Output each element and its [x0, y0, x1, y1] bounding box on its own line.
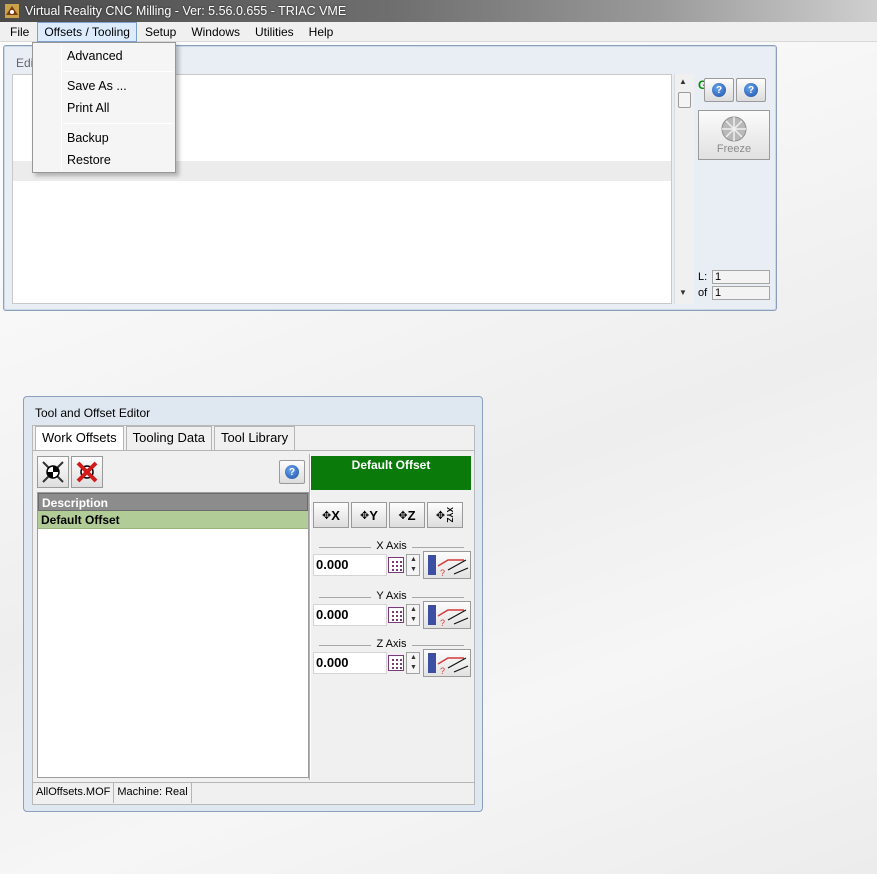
- menu-file[interactable]: File: [3, 22, 36, 42]
- x-axis-spinner[interactable]: ▲ ▼: [406, 554, 420, 576]
- tool-offset-editor-body: Work Offsets Tooling Data Tool Library ?…: [32, 425, 475, 805]
- x-probe-button[interactable]: ?: [423, 551, 471, 579]
- status-file: AllOffsets.MOF: [33, 783, 115, 803]
- z-probe-button[interactable]: ?: [423, 649, 471, 677]
- offset-name-header: Default Offset: [311, 456, 471, 490]
- menu-separator: [63, 71, 173, 72]
- probe-icon: ?: [428, 605, 469, 628]
- y-axis-spinner[interactable]: ▲ ▼: [406, 604, 420, 626]
- calculator-icon[interactable]: [388, 557, 404, 573]
- edit-side-panel: G1 ? ? Freeze L: 1 of 1: [694, 74, 774, 304]
- offsets-help-button[interactable]: ?: [279, 460, 305, 484]
- z-axis-value[interactable]: 0.000: [313, 652, 387, 674]
- help-icon: ?: [744, 83, 758, 97]
- help-button-2[interactable]: ?: [736, 78, 766, 102]
- window-title: Virtual Reality CNC Milling - Ver: 5.56.…: [25, 4, 347, 18]
- title-bar: Virtual Reality CNC Milling - Ver: 5.56.…: [0, 0, 877, 22]
- list-item[interactable]: Default Offset: [38, 511, 308, 529]
- set-y-button[interactable]: ✥ Y: [351, 502, 387, 528]
- menu-item-restore[interactable]: Restore: [67, 153, 111, 167]
- x-axis-value[interactable]: 0.000: [313, 554, 387, 576]
- menu-item-backup[interactable]: Backup: [67, 131, 109, 145]
- delete-offset-button[interactable]: [71, 456, 103, 488]
- menu-windows[interactable]: Windows: [184, 22, 247, 42]
- freeze-label: Freeze: [716, 143, 752, 155]
- svg-text:?: ?: [440, 618, 445, 628]
- set-xyz-button[interactable]: ✥ XYZ: [427, 502, 463, 528]
- scroll-down-arrow-icon[interactable]: ▼: [679, 288, 687, 297]
- cnc-app-icon: [5, 4, 19, 18]
- line-count-field: of 1: [698, 286, 770, 300]
- tab-tooling-data[interactable]: Tooling Data: [125, 426, 212, 450]
- menu-setup[interactable]: Setup: [138, 22, 183, 42]
- offsets-tooling-dropdown: Advanced Save As ... Print All Backup Re…: [32, 42, 176, 173]
- svg-text:?: ?: [440, 568, 445, 578]
- menu-item-print-all[interactable]: Print All: [67, 101, 109, 115]
- probe-icon: ?: [428, 555, 469, 578]
- status-machine: Machine: Real: [114, 783, 192, 803]
- line-number-field: L: 1: [698, 270, 770, 284]
- y-axis-value[interactable]: 0.000: [313, 604, 387, 626]
- freeze-icon: [721, 116, 747, 142]
- editor-scrollbar[interactable]: ▲ ▼: [674, 74, 694, 304]
- delete-offset-icon: [76, 461, 98, 483]
- list-header-description[interactable]: Description: [38, 493, 308, 511]
- menu-utilities[interactable]: Utilities: [248, 22, 301, 42]
- tool-offset-editor-window: Tool and Offset Editor Work Offsets Tool…: [23, 396, 483, 812]
- scroll-thumb[interactable]: [678, 92, 691, 108]
- svg-text:?: ?: [440, 666, 445, 676]
- help-icon: ?: [712, 83, 726, 97]
- freeze-button[interactable]: Freeze: [698, 110, 770, 160]
- line-number-value: 1: [712, 270, 770, 284]
- help-button-1[interactable]: ?: [704, 78, 734, 102]
- calculator-icon[interactable]: [388, 607, 404, 623]
- menu-help[interactable]: Help: [302, 22, 341, 42]
- menu-item-save-as[interactable]: Save As ...: [67, 79, 127, 93]
- editor-tabs: Work Offsets Tooling Data Tool Library: [35, 426, 297, 451]
- probe-icon: ?: [428, 653, 469, 676]
- menu-item-advanced[interactable]: Advanced: [67, 49, 123, 63]
- line-count-value: 1: [712, 286, 770, 300]
- set-z-button[interactable]: ✥ Z: [389, 502, 425, 528]
- menu-bar: File Offsets / Tooling Setup Windows Uti…: [0, 21, 877, 42]
- tab-work-offsets[interactable]: Work Offsets: [35, 426, 124, 451]
- z-axis-spinner[interactable]: ▲ ▼: [406, 652, 420, 674]
- y-probe-button[interactable]: ?: [423, 601, 471, 629]
- tab-tool-library[interactable]: Tool Library: [213, 426, 296, 450]
- menu-offsets-tooling[interactable]: Offsets / Tooling: [37, 21, 137, 42]
- edit-window-title: Edi: [16, 56, 34, 70]
- offset-list: Description Default Offset: [37, 492, 309, 778]
- help-icon: ?: [285, 465, 299, 479]
- tool-offset-editor-title: Tool and Offset Editor: [35, 406, 151, 420]
- add-offset-button[interactable]: [37, 456, 69, 488]
- calculator-icon[interactable]: [388, 655, 404, 671]
- menu-separator: [63, 123, 173, 124]
- add-offset-icon: [42, 461, 64, 483]
- set-x-button[interactable]: ✥ X: [313, 502, 349, 528]
- scroll-up-arrow-icon[interactable]: ▲: [679, 77, 687, 86]
- status-bar: AllOffsets.MOF Machine: Real: [33, 782, 474, 804]
